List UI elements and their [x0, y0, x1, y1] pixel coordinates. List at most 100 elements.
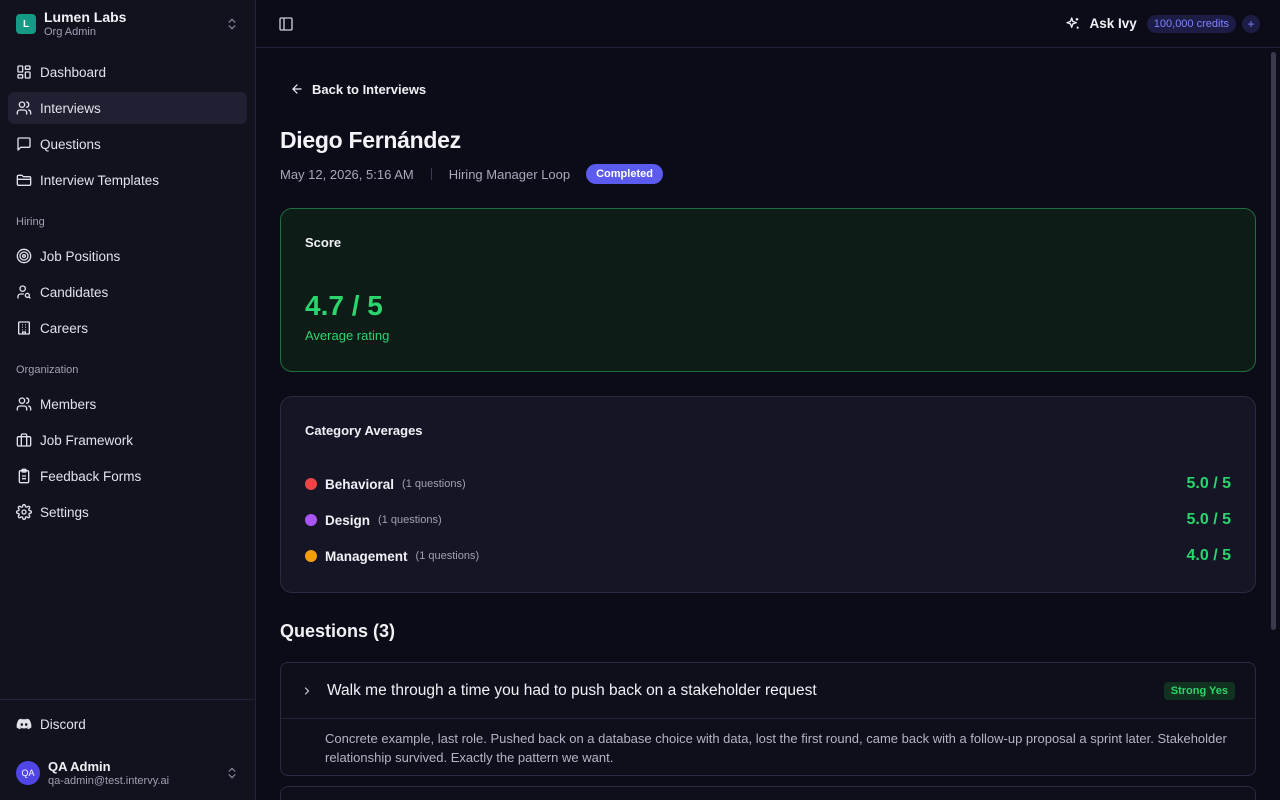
- org-name: Lumen Labs: [44, 9, 127, 25]
- question-text: Walk me through a time you had to push b…: [327, 681, 817, 699]
- target-icon: [16, 248, 32, 264]
- sidebar-item-members[interactable]: Members: [8, 388, 247, 420]
- divider: [430, 168, 432, 180]
- briefcase-icon: [16, 433, 32, 447]
- sidebar-item-label: Questions: [40, 136, 101, 152]
- sidebar-item-dashboard[interactable]: Dashboard: [8, 56, 247, 88]
- category-averages-title: Category Averages: [305, 423, 423, 438]
- question-notes: Concrete example, last role. Pushed back…: [325, 731, 1227, 765]
- sidebar-item-questions[interactable]: Questions: [8, 128, 247, 160]
- message-icon: [17, 137, 31, 151]
- sidebar: L Lumen Labs Org Admin Dashboard Intervi…: [0, 0, 256, 800]
- user-menu[interactable]: QA QA Admin qa-admin@test.intervy.ai: [0, 746, 255, 800]
- interview-meta: May 12, 2026, 5:16 AM Hiring Manager Loo…: [280, 164, 1256, 184]
- dashboard-icon: [17, 65, 31, 79]
- section-title-organization: Organization: [16, 364, 79, 376]
- main-scrollbar[interactable]: [1271, 52, 1276, 630]
- sidebar-item-candidates[interactable]: Candidates: [8, 276, 247, 308]
- question-card: Walk me through a time you had to push b…: [280, 662, 1256, 776]
- category-list: Behavioral (1 questions) 5.0 / 5 Design …: [305, 466, 1231, 574]
- sidebar-item-interviews[interactable]: Interviews: [8, 92, 247, 124]
- sidebar-item-label: Candidates: [40, 284, 109, 300]
- folder-icon: [16, 174, 32, 186]
- back-to-interviews-link[interactable]: Back to Interviews: [280, 81, 1256, 97]
- org-logo: L: [16, 14, 36, 34]
- credits-badge: 100,000 credits: [1146, 14, 1236, 33]
- category-score: 4.0 / 5: [1186, 547, 1231, 564]
- org-switcher[interactable]: L Lumen Labs Org Admin: [0, 0, 255, 48]
- page-title: Diego Fernández: [280, 127, 461, 153]
- org-role: Org Admin: [44, 26, 96, 38]
- gear-icon: [16, 504, 32, 520]
- main-nav: Dashboard Interviews Questions Interview…: [0, 48, 255, 528]
- chevrons-up-down-icon: [228, 767, 236, 779]
- top-bar: Ask Ivy 100,000 credits +: [256, 0, 1280, 48]
- discord-label: Discord: [40, 716, 86, 732]
- category-count: (1 questions): [415, 550, 480, 562]
- category-color-dot: [305, 550, 317, 562]
- avatar: QA: [16, 761, 40, 785]
- interview-date: May 12, 2026, 5:16 AM: [280, 166, 414, 182]
- sidebar-item-job-framework[interactable]: Job Framework: [8, 424, 247, 456]
- users-icon: [16, 101, 32, 115]
- sidebar-item-label: Interviews: [40, 100, 101, 116]
- sidebar-item-settings[interactable]: Settings: [8, 496, 247, 528]
- sidebar-footer: Discord QA QA Admin qa-admin@test.interv…: [0, 699, 255, 800]
- sidebar-item-job-positions[interactable]: Job Positions: [8, 240, 247, 272]
- interview-loop: Hiring Manager Loop: [448, 166, 571, 182]
- discord-link[interactable]: Discord: [0, 702, 255, 746]
- back-label: Back to Interviews: [312, 81, 427, 97]
- main-content: Back to Interviews Diego Fernández May 1…: [256, 49, 1270, 800]
- clipboard-icon: [18, 468, 30, 484]
- add-credits-button[interactable]: +: [1242, 14, 1260, 33]
- status-badge: Completed: [586, 164, 663, 184]
- category-row: Design (1 questions) 5.0 / 5: [305, 502, 1231, 538]
- category-color-dot: [305, 514, 317, 526]
- sidebar-item-label: Members: [40, 396, 97, 412]
- sidebar-item-label: Job Framework: [40, 432, 134, 448]
- user-email: qa-admin@test.intervy.ai: [48, 774, 170, 787]
- sidebar-toggle-icon[interactable]: [278, 16, 294, 32]
- sidebar-item-label: Job Positions: [40, 248, 121, 264]
- question-header[interactable]: Walk me through a time you had to push b…: [281, 663, 1255, 719]
- discord-icon: [16, 718, 32, 730]
- arrow-left-icon: [292, 84, 302, 94]
- sparkles-icon: [1066, 16, 1080, 29]
- sidebar-item-label: Settings: [40, 504, 89, 520]
- category-name: Design: [325, 512, 371, 528]
- sidebar-item-feedback-forms[interactable]: Feedback Forms: [8, 460, 247, 492]
- ask-ivy-label: Ask Ivy: [1089, 16, 1137, 31]
- sidebar-item-interview-templates[interactable]: Interview Templates: [8, 164, 247, 196]
- score-value: 4.7 / 5: [305, 290, 383, 321]
- category-name: Management: [325, 548, 408, 564]
- category-row: Behavioral (1 questions) 5.0 / 5: [305, 466, 1231, 502]
- user-search-icon: [17, 285, 31, 299]
- category-name: Behavioral: [325, 476, 395, 492]
- building-icon: [18, 321, 30, 335]
- verdict-badge: Strong Yes: [1163, 681, 1235, 700]
- user-name: QA Admin: [48, 758, 111, 774]
- sidebar-item-careers[interactable]: Careers: [8, 312, 247, 344]
- chevrons-up-down-icon: [228, 18, 236, 30]
- category-score: 5.0 / 5: [1186, 511, 1231, 528]
- score-subtitle: Average rating: [305, 328, 390, 343]
- section-title-hiring: Hiring: [16, 216, 45, 228]
- user-info: QA Admin qa-admin@test.intervy.ai: [48, 759, 225, 788]
- chevron-right-icon: [304, 686, 310, 695]
- category-count: (1 questions): [402, 478, 466, 490]
- users-icon: [16, 397, 32, 411]
- ask-ivy-button[interactable]: Ask Ivy: [1065, 16, 1137, 32]
- category-averages-card: Category Averages Behavioral (1 question…: [280, 396, 1256, 593]
- category-score: 5.0 / 5: [1186, 475, 1231, 492]
- category-count: (1 questions): [378, 514, 442, 526]
- org-info: Lumen Labs Org Admin: [44, 9, 225, 39]
- sidebar-item-label: Feedback Forms: [40, 468, 142, 484]
- questions-heading: Questions (3): [280, 621, 396, 641]
- category-color-dot: [305, 478, 317, 490]
- category-row: Management (1 questions) 4.0 / 5: [305, 538, 1231, 574]
- sidebar-item-label: Careers: [40, 320, 89, 336]
- score-card: Score 4.7 / 5 Average rating: [280, 208, 1256, 372]
- sidebar-item-label: Interview Templates: [40, 172, 160, 188]
- question-card[interactable]: [280, 786, 1256, 800]
- sidebar-item-label: Dashboard: [40, 64, 107, 80]
